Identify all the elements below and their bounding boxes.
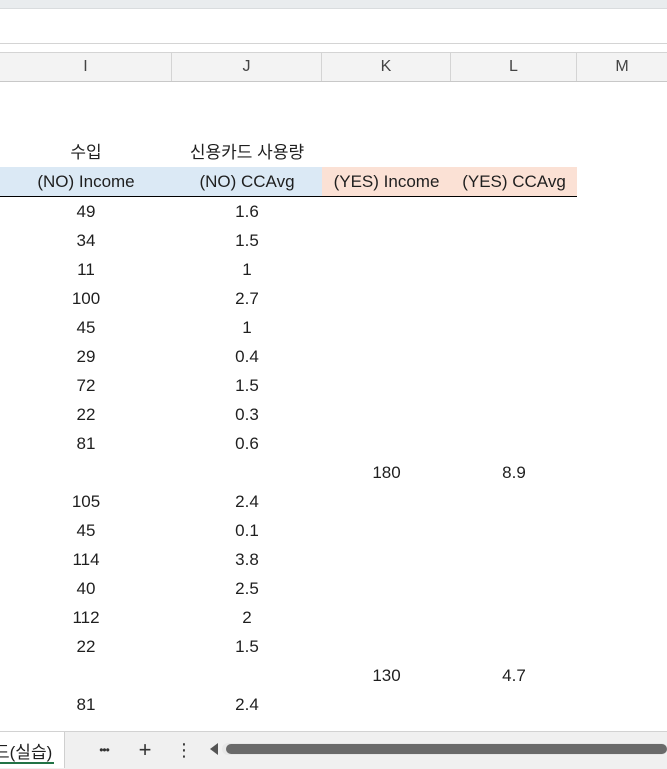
header-no-income[interactable]: (NO) Income <box>0 167 172 196</box>
cell-yi[interactable] <box>322 574 451 603</box>
cell-nc[interactable]: 0.3 <box>172 400 322 429</box>
column-header-j[interactable]: J <box>172 53 322 81</box>
cell-nc[interactable]: 2.4 <box>172 487 322 516</box>
cell-ni[interactable]: 45 <box>0 313 172 342</box>
ribbon-edge <box>0 0 667 9</box>
cell-yi[interactable] <box>322 255 451 284</box>
formula-bar[interactable] <box>0 9 667 44</box>
options-icon[interactable]: ⋮ <box>174 736 194 764</box>
cell-yc[interactable]: 8.9 <box>451 458 577 487</box>
cell-yc[interactable] <box>451 313 577 342</box>
cell-yi[interactable] <box>322 603 451 632</box>
cell-ni[interactable] <box>0 458 172 487</box>
cell-yi[interactable] <box>322 690 451 719</box>
cell-ni[interactable]: 29 <box>0 342 172 371</box>
column-header-k[interactable]: K <box>322 53 451 81</box>
cell-yi[interactable] <box>322 313 451 342</box>
cell-yi[interactable] <box>322 371 451 400</box>
cell-nc[interactable]: 3.8 <box>172 545 322 574</box>
cell-yi[interactable] <box>322 400 451 429</box>
scroll-left-icon[interactable] <box>210 743 218 755</box>
cell-nc[interactable]: 2.7 <box>172 284 322 313</box>
cell-yc[interactable] <box>451 400 577 429</box>
cell-yc[interactable] <box>451 516 577 545</box>
cell-yc[interactable] <box>451 342 577 371</box>
header-income-korean[interactable]: 수입 <box>0 138 172 167</box>
cell-yi[interactable] <box>322 632 451 661</box>
cell-yc[interactable] <box>451 371 577 400</box>
cell-yi[interactable] <box>322 342 451 371</box>
cell-nc[interactable]: 1 <box>172 313 322 342</box>
cell-yc[interactable] <box>451 603 577 632</box>
scrollbar-thumb[interactable] <box>226 744 667 754</box>
cell-ni[interactable]: 22 <box>0 400 172 429</box>
more-icon[interactable]: ••• <box>92 736 116 764</box>
cell-ni[interactable]: 34 <box>0 226 172 255</box>
cell-yc[interactable] <box>451 226 577 255</box>
cell-yi[interactable]: 180 <box>322 458 451 487</box>
cell-ni[interactable]: 22 <box>0 632 172 661</box>
cell-nc[interactable]: 0.6 <box>172 429 322 458</box>
cell-ni[interactable]: 81 <box>0 690 172 719</box>
cell-yc[interactable] <box>451 574 577 603</box>
cell-yc[interactable]: 4.7 <box>451 661 577 690</box>
cell-yc[interactable] <box>451 487 577 516</box>
cell-ni[interactable]: 11 <box>0 255 172 284</box>
cell-nc[interactable]: 1.5 <box>172 632 322 661</box>
header-ccavg-korean[interactable]: 신용카드 사용량 <box>172 138 322 167</box>
cell-ni[interactable]: 112 <box>0 603 172 632</box>
cell-ni[interactable]: 100 <box>0 284 172 313</box>
cell-yi[interactable] <box>322 429 451 458</box>
cell-nc[interactable] <box>172 458 322 487</box>
cell-nc[interactable] <box>172 661 322 690</box>
cell-yc[interactable] <box>451 284 577 313</box>
cell-yi[interactable] <box>322 197 451 226</box>
cell-yc[interactable] <box>451 429 577 458</box>
cell-nc[interactable]: 1.5 <box>172 371 322 400</box>
header-yes-income[interactable]: (YES) Income <box>322 167 451 196</box>
cell-nc[interactable]: 2 <box>172 603 322 632</box>
cell-yc[interactable] <box>451 690 577 719</box>
header-no-ccavg[interactable]: (NO) CCAvg <box>172 167 322 196</box>
cell-ni[interactable]: 40 <box>0 574 172 603</box>
cell-nc[interactable]: 1 <box>172 255 322 284</box>
header-yes-ccavg[interactable]: (YES) CCAvg <box>451 167 577 196</box>
cell-ni[interactable] <box>0 661 172 690</box>
cell-yc[interactable] <box>451 255 577 284</box>
active-tab-underline <box>0 762 54 764</box>
column-header-m[interactable]: M <box>577 53 667 81</box>
add-sheet-icon[interactable]: + <box>133 736 157 764</box>
cell-ni[interactable]: 45 <box>0 516 172 545</box>
cell-ni[interactable]: 105 <box>0 487 172 516</box>
cell-nc[interactable]: 2.5 <box>172 574 322 603</box>
cell-nc[interactable]: 1.5 <box>172 226 322 255</box>
column-headers: I J K L M <box>0 52 667 82</box>
cell-ni[interactable]: 72 <box>0 371 172 400</box>
cell-ni[interactable]: 114 <box>0 545 172 574</box>
column-header-l[interactable]: L <box>451 53 577 81</box>
cell-grid[interactable]: 수입 신용카드 사용량 (NO) Income (NO) CCAvg (YES)… <box>0 81 667 731</box>
sheet-tab-label: 드(실습) <box>0 743 53 762</box>
cell-nc[interactable]: 0.1 <box>172 516 322 545</box>
cell-nc[interactable]: 0.4 <box>172 342 322 371</box>
cell-yi[interactable] <box>322 516 451 545</box>
cell-yi[interactable] <box>322 226 451 255</box>
cell-yc[interactable] <box>451 632 577 661</box>
cell-nc[interactable]: 1.6 <box>172 197 322 226</box>
cell-yc[interactable] <box>451 197 577 226</box>
column-header-i[interactable]: I <box>0 53 172 81</box>
cell-yi[interactable] <box>322 487 451 516</box>
cell-yi[interactable]: 130 <box>322 661 451 690</box>
sheet-tab-bar: 드(실습) ••• + ⋮ <box>0 731 667 769</box>
cell-ni[interactable]: 49 <box>0 197 172 226</box>
cell-yc[interactable] <box>451 545 577 574</box>
cell-yi[interactable] <box>322 284 451 313</box>
cell-ni[interactable]: 81 <box>0 429 172 458</box>
cell-yi[interactable] <box>322 545 451 574</box>
cell-nc[interactable]: 2.4 <box>172 690 322 719</box>
sheet-tab[interactable]: 드(실습) <box>0 732 65 768</box>
